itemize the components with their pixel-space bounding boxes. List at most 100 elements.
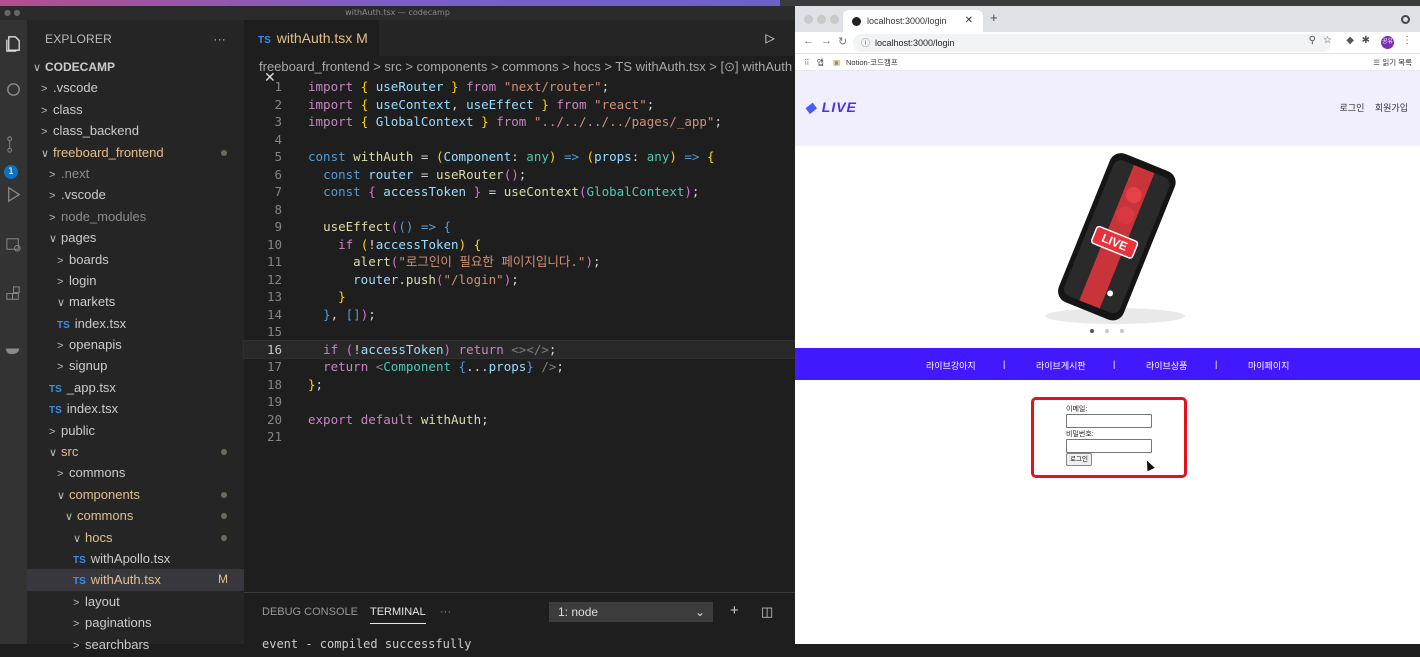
explorer-icon[interactable]: [4, 34, 23, 53]
tab-debug-console[interactable]: DEBUG CONSOLE: [262, 606, 358, 618]
search-icon[interactable]: [4, 80, 23, 99]
zoom-window-icon[interactable]: [830, 15, 839, 24]
apps-icon[interactable]: ⠿: [804, 54, 810, 71]
folder-item[interactable]: > public: [27, 420, 244, 441]
signup-link[interactable]: 회원가입: [1375, 103, 1408, 113]
folder-item[interactable]: ∨ components: [27, 484, 244, 505]
window-controls-icon[interactable]: ● ●: [4, 6, 21, 20]
code-line[interactable]: 19: [244, 393, 795, 411]
folder-item[interactable]: > openapis: [27, 334, 244, 355]
folder-item[interactable]: > .next: [27, 163, 244, 184]
info-icon[interactable]: ⓘ: [861, 34, 870, 52]
code-line[interactable]: 21: [244, 428, 795, 446]
login-button[interactable]: 로그인: [1066, 453, 1092, 466]
code-line[interactable]: 15: [244, 323, 795, 341]
folder-item[interactable]: ∨ hocs: [27, 527, 244, 548]
minimize-window-icon[interactable]: [817, 15, 826, 24]
code-line[interactable]: 12 router.push("/login");: [244, 271, 795, 289]
nav-live-products[interactable]: 라이브상품: [1146, 359, 1187, 372]
folder-item[interactable]: > .vscode: [27, 77, 244, 98]
panel-more-icon[interactable]: ···: [440, 606, 451, 618]
password-field[interactable]: [1066, 439, 1152, 453]
folder-item[interactable]: > layout: [27, 591, 244, 612]
carousel-dot[interactable]: [1120, 329, 1124, 333]
avatar[interactable]: 공유: [1381, 36, 1394, 49]
login-link[interactable]: 로그인: [1340, 103, 1365, 113]
bookmark-apps[interactable]: 앱: [817, 54, 824, 71]
folder-item[interactable]: > .vscode: [27, 184, 244, 205]
extension-icon[interactable]: ◆: [1346, 35, 1354, 46]
code-line[interactable]: 17 return <Component {...props} />;: [244, 358, 795, 376]
close-tab-icon[interactable]: ✕: [965, 10, 973, 32]
email-field[interactable]: [1066, 414, 1152, 428]
bookmark-notion[interactable]: Notion-코드캠프: [846, 54, 898, 71]
tab-terminal[interactable]: TERMINAL: [370, 606, 426, 624]
code-line[interactable]: 8: [244, 201, 795, 219]
folder-item[interactable]: ∨ src: [27, 441, 244, 462]
site-logo[interactable]: ◆ LIVE: [805, 99, 857, 116]
remote-explorer-icon[interactable]: [4, 235, 23, 254]
code-line[interactable]: 3 import { GlobalContext } from "../../..…: [244, 113, 795, 131]
folder-item[interactable]: > searchbars: [27, 634, 244, 655]
browser-tab[interactable]: localhost:3000/login ✕: [843, 10, 983, 32]
add-terminal-icon[interactable]: +: [730, 602, 739, 619]
folder-item[interactable]: > boards: [27, 249, 244, 270]
code-line[interactable]: 20 export default withAuth;: [244, 411, 795, 429]
menu-icon[interactable]: ⋮: [1402, 35, 1412, 46]
folder-item[interactable]: > login: [27, 270, 244, 291]
code-editor[interactable]: 1 import { useRouter } from "next/router"…: [243, 78, 796, 446]
docker-icon[interactable]: [4, 338, 23, 357]
record-icon[interactable]: [1401, 15, 1410, 24]
puzzle-icon[interactable]: ✱: [1362, 35, 1370, 46]
code-line[interactable]: 18};: [244, 376, 795, 394]
folder-item[interactable]: ∨ markets: [27, 291, 244, 312]
run-icon[interactable]: ▷: [765, 28, 775, 47]
code-line[interactable]: 11 alert("로그인이 필요한 페이지입니다.");: [244, 253, 795, 271]
code-line[interactable]: 7 const { accessToken } = useContext(Glo…: [244, 183, 795, 201]
close-window-icon[interactable]: [804, 15, 813, 24]
tab-withauth[interactable]: TS withAuth.tsx M ✕: [244, 20, 379, 85]
extensions-icon[interactable]: [4, 285, 23, 304]
folder-item[interactable]: ∨ CODECAMP: [27, 56, 244, 77]
folder-item[interactable]: > class_backend: [27, 120, 244, 141]
reload-icon[interactable]: ↻: [838, 35, 847, 48]
code-line[interactable]: 1 import { useRouter } from "next/router"…: [244, 78, 795, 96]
file-item[interactable]: TS index.tsx: [27, 313, 244, 334]
forward-icon[interactable]: →: [821, 35, 832, 47]
code-line[interactable]: 13 }: [244, 288, 795, 306]
file-item[interactable]: TS withApollo.tsx: [27, 548, 244, 569]
split-terminal-icon[interactable]: ◫: [761, 604, 773, 620]
run-debug-icon[interactable]: [4, 185, 23, 204]
folder-item[interactable]: > signup: [27, 355, 244, 376]
carousel-dot[interactable]: [1090, 329, 1094, 333]
code-line[interactable]: 9 useEffect(() => {: [244, 218, 795, 236]
carousel-image[interactable]: LIVE: [1010, 151, 1205, 331]
code-line[interactable]: 16 if (!accessToken) return <></>;: [243, 339, 796, 359]
back-icon[interactable]: ←: [803, 35, 814, 47]
folder-item[interactable]: > class: [27, 99, 244, 120]
folder-item[interactable]: > commons: [27, 462, 244, 483]
bookmark-star-icon[interactable]: ☆: [1323, 35, 1332, 46]
address-bar[interactable]: ⓘ localhost:3000/login: [853, 34, 1331, 52]
folder-item[interactable]: > paginations: [27, 612, 244, 633]
folder-item[interactable]: ∨ pages: [27, 227, 244, 248]
file-item[interactable]: TS withAuth.tsx M: [27, 569, 244, 591]
search-icon[interactable]: ⚲: [1309, 35, 1316, 46]
folder-item[interactable]: > node_modules: [27, 206, 244, 227]
terminal-select[interactable]: 1: node ⌄: [549, 602, 713, 622]
file-item[interactable]: TS _app.tsx: [27, 377, 244, 398]
code-line[interactable]: 2 import { useContext, useEffect } from "…: [244, 96, 795, 114]
explorer-more-icon[interactable]: ···: [213, 20, 226, 58]
file-item[interactable]: TS index.tsx: [27, 398, 244, 419]
carousel-dot[interactable]: [1105, 329, 1109, 333]
code-line[interactable]: 4: [244, 131, 795, 149]
code-line[interactable]: 5 const withAuth = (Component: any) => (p…: [244, 148, 795, 166]
source-control-icon[interactable]: [4, 135, 23, 154]
folder-item[interactable]: ∨ freeboard_frontend: [27, 142, 244, 163]
nav-live-puppy[interactable]: 라이브강아지: [926, 359, 976, 372]
code-line[interactable]: 14 }, []);: [244, 306, 795, 324]
reading-list[interactable]: 읽기 목록: [1382, 54, 1412, 71]
code-line[interactable]: 6 const router = useRouter();: [244, 166, 795, 184]
new-tab-icon[interactable]: +: [990, 10, 998, 25]
nav-live-board[interactable]: 라이브게시판: [1036, 359, 1086, 372]
